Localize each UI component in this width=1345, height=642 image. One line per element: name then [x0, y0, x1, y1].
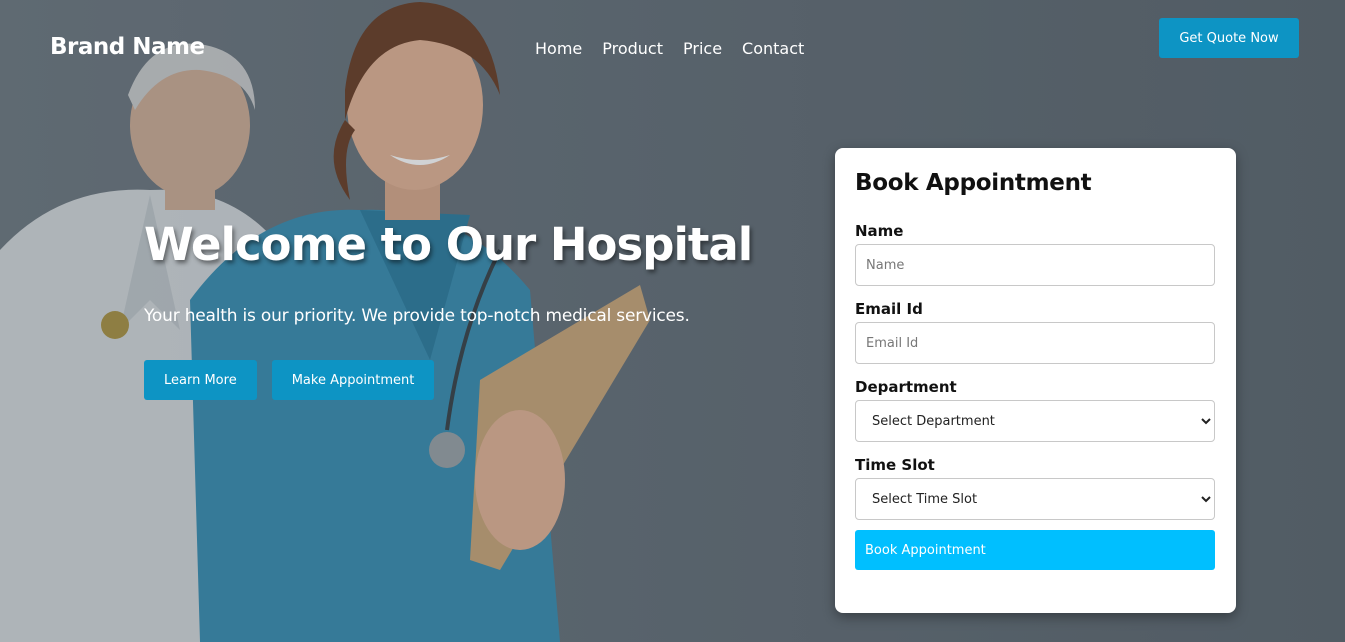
nav-link-contact[interactable]: Contact: [742, 39, 804, 58]
form-title: Book Appointment: [855, 170, 1092, 196]
department-label: Department: [855, 378, 957, 396]
email-input[interactable]: [855, 322, 1215, 364]
email-label: Email Id: [855, 300, 923, 318]
hero-subtitle: Your health is our priority. We provide …: [144, 306, 690, 326]
appointment-form: Book Appointment Name Email Id Departmen…: [835, 148, 1236, 613]
department-select[interactable]: Select Department: [855, 400, 1215, 442]
nav-link-price[interactable]: Price: [683, 39, 722, 58]
get-quote-button[interactable]: Get Quote Now: [1159, 18, 1299, 58]
hero-title: Welcome to Our Hospital: [144, 218, 753, 271]
book-appointment-button[interactable]: Book Appointment: [855, 530, 1215, 570]
make-appointment-button[interactable]: Make Appointment: [271, 360, 435, 400]
brand-logo[interactable]: Brand Name: [50, 34, 205, 60]
hero-actions: Learn More Make Appointment: [144, 360, 435, 400]
name-label: Name: [855, 222, 904, 240]
nav-link-home[interactable]: Home: [535, 39, 582, 58]
learn-more-button[interactable]: Learn More: [144, 360, 257, 400]
timeslot-select[interactable]: Select Time Slot: [855, 478, 1215, 520]
nav-links: Home Product Price Contact: [535, 39, 804, 58]
timeslot-label: Time Slot: [855, 456, 935, 474]
name-input[interactable]: [855, 244, 1215, 286]
nav-link-product[interactable]: Product: [602, 39, 663, 58]
navbar: Brand Name Home Product Price Contact Ge…: [0, 0, 1345, 96]
